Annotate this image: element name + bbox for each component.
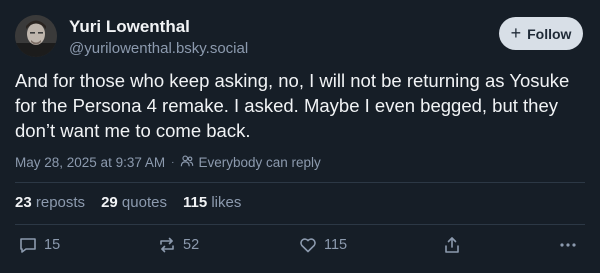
follow-button-label: Follow — [527, 25, 572, 42]
likes-label: likes — [211, 194, 242, 211]
quotes-count: 29 — [101, 194, 118, 211]
reposts-label: reposts — [35, 194, 86, 211]
post-stats: 23 reposts 29 quotes 115 likes — [15, 194, 241, 211]
reply-icon — [18, 235, 38, 255]
post-text: And for those who keep asking, no, I wil… — [15, 70, 570, 141]
reply-setting-label: Everybody can reply — [198, 155, 321, 170]
meta-separator: · — [171, 157, 175, 168]
likes-count: 115 — [182, 194, 208, 211]
repost-button[interactable]: 52 — [157, 235, 199, 255]
follow-button[interactable]: + Follow — [499, 17, 583, 50]
more-icon — [558, 235, 578, 255]
action-bar: 15 52 115 — [18, 235, 582, 259]
like-button[interactable]: 115 — [298, 235, 347, 255]
post-meta: May 28, 2025 at 9:37 AM · Everybody can … — [15, 154, 321, 171]
divider — [15, 182, 585, 183]
reply-setting[interactable]: Everybody can reply — [180, 154, 321, 171]
like-count: 115 — [324, 237, 348, 253]
avatar[interactable] — [15, 15, 57, 57]
divider — [15, 224, 585, 225]
reply-button[interactable]: 15 — [18, 235, 60, 255]
reply-count: 15 — [44, 237, 61, 253]
repost-icon — [157, 235, 177, 255]
author-name[interactable]: Yuri Lowenthal — [69, 17, 190, 37]
repost-count: 52 — [183, 237, 200, 253]
quotes-label: quotes — [121, 194, 167, 211]
people-icon — [180, 154, 194, 171]
share-icon — [442, 235, 462, 255]
likes-stat[interactable]: 115 likes — [183, 194, 241, 211]
reposts-stat[interactable]: 23 reposts — [15, 194, 85, 211]
heart-icon — [298, 235, 318, 255]
share-button[interactable] — [442, 235, 462, 255]
reposts-count: 23 — [15, 194, 32, 211]
post-timestamp[interactable]: May 28, 2025 at 9:37 AM — [15, 155, 165, 170]
more-options-button[interactable] — [558, 235, 578, 255]
quotes-stat[interactable]: 29 quotes — [101, 194, 167, 211]
plus-icon: + — [510, 23, 522, 43]
author-handle[interactable]: @yurilowenthal.bsky.social — [69, 40, 248, 57]
